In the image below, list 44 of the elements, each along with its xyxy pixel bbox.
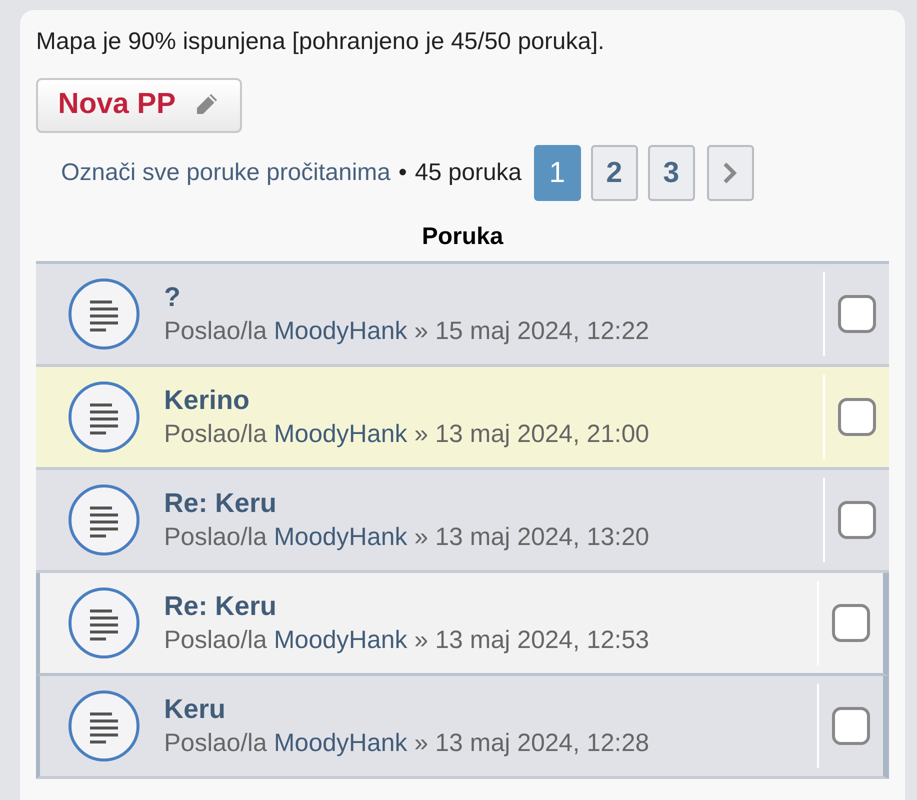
author-link[interactable]: MoodyHank <box>274 729 408 758</box>
author-link[interactable]: MoodyHank <box>274 626 408 655</box>
message-icon <box>68 278 140 350</box>
select-checkbox[interactable] <box>832 604 870 642</box>
message-date: » 13 maj 2024, 12:53 <box>414 626 650 655</box>
message-date: » 13 maj 2024, 21:00 <box>414 420 650 449</box>
folder-status-text: Mapa je 90% ispunjena [pohranjeno je 45/50 poruka]. <box>36 28 606 56</box>
message-row[interactable]: ? Poslao/la MoodyHank » 15 maj 2024, 12:22 <box>36 264 889 367</box>
message-icon <box>68 587 140 659</box>
sent-by-label: Poslao/la <box>164 626 267 655</box>
select-checkbox[interactable] <box>838 295 876 333</box>
message-date: » 13 maj 2024, 12:28 <box>414 729 650 758</box>
message-icon <box>68 381 140 453</box>
select-checkbox[interactable] <box>838 501 876 539</box>
message-date: » 13 maj 2024, 13:20 <box>414 523 650 552</box>
sent-by-label: Poslao/la <box>164 523 267 552</box>
message-subject-link[interactable]: Keru <box>164 694 817 725</box>
message-subject-link[interactable]: Re: Keru <box>164 488 823 519</box>
message-subject-link[interactable]: ? <box>164 282 823 313</box>
sent-by-label: Poslao/la <box>164 729 267 758</box>
next-page-button[interactable] <box>706 145 754 201</box>
page-button[interactable]: 3 <box>648 145 695 201</box>
author-link[interactable]: MoodyHank <box>274 523 408 552</box>
mark-all-read-link[interactable]: Označi sve poruke pročitanima <box>61 159 390 187</box>
message-row[interactable]: Re: Keru Poslao/la MoodyHank » 13 maj 2024, 13:20 <box>36 470 889 573</box>
message-subject-link[interactable]: Kerino <box>164 385 823 416</box>
new-message-button[interactable]: Nova PP <box>36 78 242 133</box>
page-button[interactable]: 1 <box>534 145 581 201</box>
message-row[interactable]: Kerino Poslao/la MoodyHank » 13 maj 2024, 21:00 <box>36 367 889 470</box>
author-link[interactable]: MoodyHank <box>274 317 408 346</box>
select-checkbox[interactable] <box>832 707 870 745</box>
message-subject-link[interactable]: Re: Keru <box>164 591 817 622</box>
sent-by-label: Poslao/la <box>164 420 267 449</box>
message-date: » 15 maj 2024, 12:22 <box>414 317 650 346</box>
page-button[interactable]: 2 <box>590 145 638 201</box>
message-row[interactable]: Re: Keru Poslao/la MoodyHank » 13 maj 2024, 12:53 <box>36 573 889 676</box>
message-count: 45 poruka <box>414 159 522 187</box>
message-icon <box>68 484 140 556</box>
select-checkbox[interactable] <box>838 398 876 436</box>
sent-by-label: Poslao/la <box>164 317 267 346</box>
message-icon <box>68 690 140 762</box>
author-link[interactable]: MoodyHank <box>274 420 408 449</box>
message-row[interactable]: Keru Poslao/la MoodyHank » 13 maj 2024, 12:28 <box>36 676 889 779</box>
bullet-separator: • <box>398 159 407 187</box>
